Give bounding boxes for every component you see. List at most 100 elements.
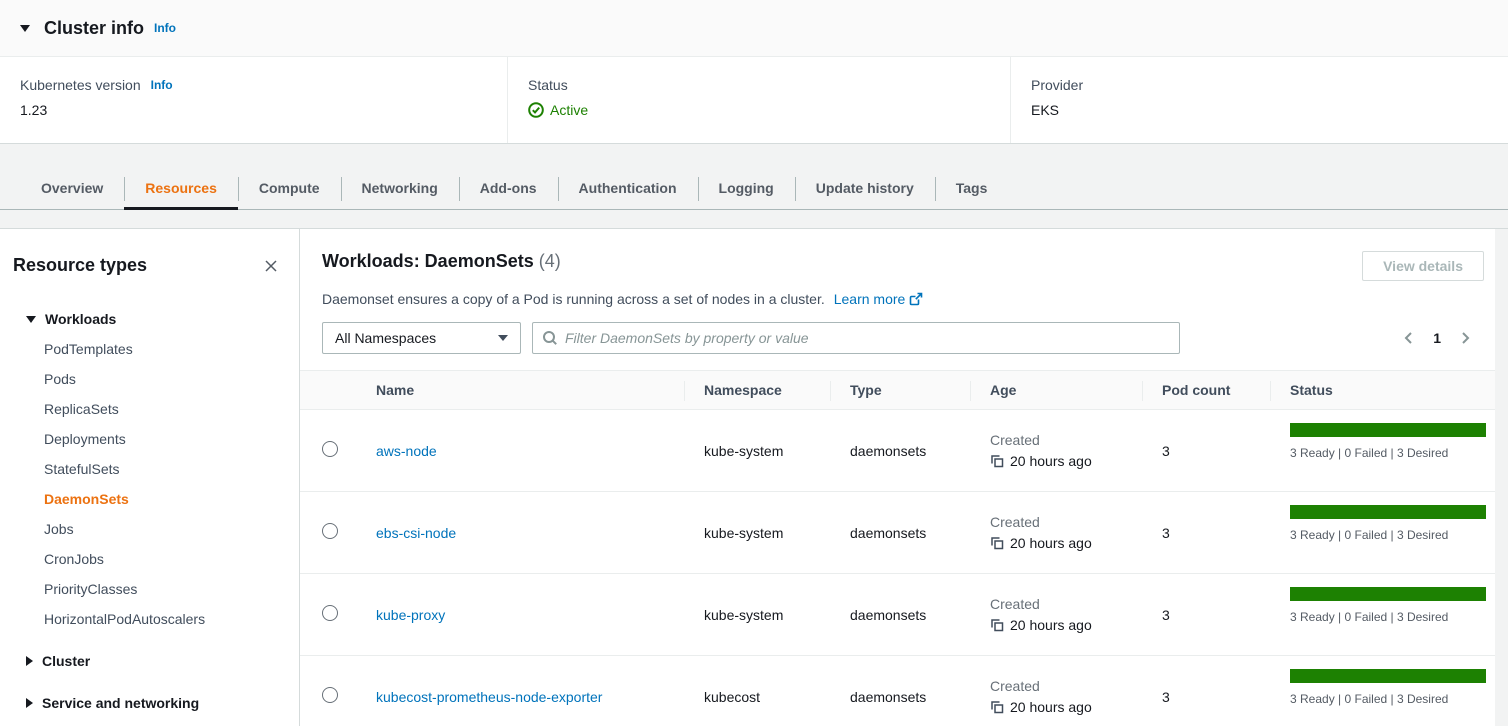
tab-update-history[interactable]: Update history [795, 168, 935, 209]
daemonset-name-link[interactable]: kube-proxy [376, 607, 445, 623]
sidebar-section-workloads[interactable]: Workloads [0, 304, 299, 334]
tab-resources[interactable]: Resources [124, 168, 238, 209]
tab-add-ons[interactable]: Add-ons [459, 168, 558, 209]
column-header-namespace: Namespace [684, 371, 830, 409]
status-cell: 3 Ready | 0 Failed | 3 Desired [1270, 410, 1495, 460]
kubernetes-version-value: 1.23 [20, 102, 507, 118]
namespace-select[interactable]: All Namespaces [322, 322, 521, 354]
daemonsets-table: Name Namespace Type Age Pod count Status… [300, 370, 1495, 726]
daemonset-name-link[interactable]: kubecost-prometheus-node-exporter [376, 689, 602, 705]
sidebar-item-replicasets[interactable]: ReplicaSets [0, 394, 299, 424]
row-select-radio[interactable] [322, 605, 338, 621]
page-title: Cluster info [44, 18, 144, 39]
status-progress-bar [1290, 587, 1486, 601]
status-progress-bar [1290, 505, 1486, 519]
copy-icon[interactable] [990, 618, 1004, 632]
tab-compute[interactable]: Compute [238, 168, 341, 209]
status-value: Active [550, 102, 588, 118]
type-cell: daemonsets [830, 689, 970, 705]
daemonset-name-link[interactable]: aws-node [376, 443, 437, 459]
pod-count-cell: 3 [1142, 607, 1270, 623]
caret-down-icon [498, 335, 508, 341]
item-count: (4) [539, 251, 561, 271]
sidebar-item-pods[interactable]: Pods [0, 364, 299, 394]
status-progress-bar [1290, 669, 1486, 683]
namespace-cell: kube-system [684, 525, 830, 541]
row-select-radio[interactable] [322, 687, 338, 703]
check-circle-icon [528, 102, 544, 118]
sidebar-section-service-and-networking[interactable]: Service and networking [0, 688, 299, 718]
sidebar-item-daemonsets[interactable]: DaemonSets [0, 484, 299, 514]
provider-field: Provider EKS [1010, 57, 1508, 143]
provider-value: EKS [1031, 102, 1508, 118]
search-icon [542, 330, 558, 346]
status-cell: 3 Ready | 0 Failed | 3 Desired [1270, 574, 1495, 624]
tab-tags[interactable]: Tags [935, 168, 1009, 209]
age-cell: Created 20 hours ago [970, 514, 1142, 551]
table-description: Daemonset ensures a copy of a Pod is run… [322, 291, 1495, 307]
sidebar-item-horizontalpodautoscalers[interactable]: HorizontalPodAutoscalers [0, 604, 299, 634]
sidebar-item-jobs[interactable]: Jobs [0, 514, 299, 544]
tab-band: Overview Resources Compute Networking Ad… [0, 144, 1508, 228]
age-cell: Created 20 hours ago [970, 596, 1142, 633]
sidebar-section-cluster[interactable]: Cluster [0, 646, 299, 676]
tab-authentication[interactable]: Authentication [558, 168, 698, 209]
row-select-radio[interactable] [322, 441, 338, 457]
column-header-name: Name [356, 371, 684, 409]
daemonset-name-link[interactable]: ebs-csi-node [376, 525, 456, 541]
namespace-select-value: All Namespaces [335, 330, 436, 346]
daemonsets-panel: Workloads: DaemonSets (4) View details D… [300, 229, 1495, 726]
kubernetes-version-info-link[interactable]: Info [151, 78, 173, 92]
table-header-row: Name Namespace Type Age Pod count Status [300, 370, 1495, 410]
copy-icon[interactable] [990, 454, 1004, 468]
sidebar-item-cronjobs[interactable]: CronJobs [0, 544, 299, 574]
table-row: kubecost-prometheus-node-exporter kubeco… [300, 656, 1495, 726]
content-area: Resource types Workloads PodTemplates Po… [0, 228, 1508, 726]
table-row: aws-node kube-system daemonsets Created … [300, 410, 1495, 492]
current-page[interactable]: 1 [1433, 330, 1441, 346]
collapse-section-icon[interactable] [20, 25, 30, 32]
next-page-button[interactable] [1457, 330, 1473, 346]
resource-types-title: Resource types [13, 255, 147, 276]
namespace-cell: kubecost [684, 689, 830, 705]
row-select-radio[interactable] [322, 523, 338, 539]
caret-down-icon [26, 316, 36, 323]
sidebar-item-priorityclasses[interactable]: PriorityClasses [0, 574, 299, 604]
status-cell: 3 Ready | 0 Failed | 3 Desired [1270, 492, 1495, 542]
table-title: Workloads: DaemonSets (4) [322, 251, 561, 272]
namespace-cell: kube-system [684, 607, 830, 623]
copy-icon[interactable] [990, 700, 1004, 714]
sidebar-item-podtemplates[interactable]: PodTemplates [0, 334, 299, 364]
tab-networking[interactable]: Networking [341, 168, 459, 209]
column-header-type: Type [830, 371, 970, 409]
age-cell: Created 20 hours ago [970, 678, 1142, 715]
status-field: Status Active [507, 57, 1010, 143]
cluster-info-header: Cluster info Info [0, 0, 1508, 57]
learn-more-link[interactable]: Learn more [834, 291, 924, 307]
cluster-tabs: Overview Resources Compute Networking Ad… [0, 168, 1508, 210]
table-row: ebs-csi-node kube-system daemonsets Crea… [300, 492, 1495, 574]
column-header-status: Status [1270, 371, 1495, 409]
status-cell: 3 Ready | 0 Failed | 3 Desired [1270, 656, 1495, 706]
sidebar-item-statefulsets[interactable]: StatefulSets [0, 454, 299, 484]
copy-icon[interactable] [990, 536, 1004, 550]
close-panel-button[interactable] [263, 258, 279, 274]
chevron-right-icon [1457, 334, 1473, 349]
external-link-icon [909, 292, 923, 306]
tab-logging[interactable]: Logging [698, 168, 795, 209]
previous-page-button[interactable] [1401, 330, 1417, 346]
type-cell: daemonsets [830, 525, 970, 541]
sidebar-item-deployments[interactable]: Deployments [0, 424, 299, 454]
close-icon [263, 262, 279, 277]
pagination: 1 [1401, 330, 1485, 346]
namespace-cell: kube-system [684, 443, 830, 459]
page-gutter [1495, 229, 1508, 726]
pod-count-cell: 3 [1142, 525, 1270, 541]
resource-types-panel: Resource types Workloads PodTemplates Po… [0, 229, 300, 726]
view-details-button[interactable]: View details [1362, 251, 1484, 281]
column-header-pod-count: Pod count [1142, 371, 1270, 409]
type-cell: daemonsets [830, 607, 970, 623]
cluster-info-info-link[interactable]: Info [154, 21, 176, 35]
filter-search-input[interactable] [563, 329, 1170, 347]
tab-overview[interactable]: Overview [20, 168, 124, 209]
